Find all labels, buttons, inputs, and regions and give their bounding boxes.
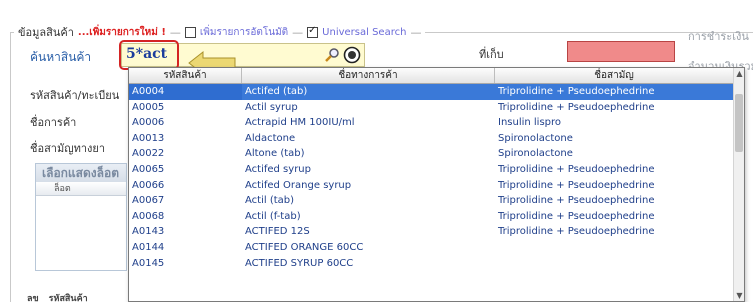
table-row[interactable]: A0067 Actil (tab) Triprolidine + Pseudoeph… [129,193,734,209]
legend-divider: — [169,25,181,39]
cell-generic-name: Triprolidine + Pseudoephedrine [498,163,655,175]
storage-label: ที่เก็บ [479,48,504,61]
cell-trade-name: Actifed syrup [245,163,311,175]
scroll-up-icon[interactable]: ▲ [734,68,744,79]
lot-column-header: ล็อต [36,182,126,196]
grid-scrollbar[interactable]: ▲ ▼ [733,68,744,301]
cell-generic-name: Triprolidine + Pseudoephedrine [498,195,655,207]
cell-code: A0022 [132,148,165,160]
new-item-link[interactable]: ...เพิ่มรายการใหม่ ! [78,25,166,40]
lot-panel-header: เลือกแสดงล็อต [36,164,126,182]
cell-generic-name [495,240,734,256]
cell-code: A0006 [132,117,165,129]
scroll-down-icon[interactable]: ▼ [734,290,744,301]
auto-add-label: เพิ่มรายการอัตโนมัติ [199,26,289,38]
cell-trade-name: Actrapid HM 100IU/ml [245,117,355,129]
search-field-wrap: 5*act [119,40,365,70]
table-row[interactable]: A0143 ACTIFED 12S Triprolidine + Pseudoeph… [129,224,734,240]
legend-divider-3: — [410,25,422,39]
table-row[interactable]: A0066 Actifed Orange syrup Triprolidine + … [129,178,734,194]
cell-code: A0068 [132,210,165,222]
storage-field[interactable] [567,41,675,62]
table-row[interactable]: A0006 Actrapid HM 100IU/ml Insulin lispro [129,115,734,131]
table-row[interactable]: A0013 Aldactone Spironolactone [129,131,734,147]
cell-code: A0145 [132,257,165,269]
payment-label: การชำระเงิน [688,30,749,43]
cell-code: A0067 [132,195,165,207]
product-dropdown-grid[interactable]: รหัสสินค้า ชื่อทางการค้า ชื่อสามัญ A0004… [128,67,745,302]
cell-code: A0144 [132,241,165,253]
cell-generic-name: Triprolidine + Pseudoephedrine [498,210,655,222]
cell-generic-name: Triprolidine + Pseudoephedrine [498,86,655,97]
section-title: ข้อมูลสินค้า [18,26,74,39]
auto-add-checkbox[interactable] [184,26,196,38]
table-row[interactable]: A0065 Actifed syrup Triprolidine + Pseudoe… [129,162,734,178]
cell-generic-name: Triprolidine + Pseudoephedrine [498,226,655,238]
lot-panel: เลือกแสดงล็อต ล็อต [35,163,127,271]
cell-trade-name: Actil (f-tab) [245,210,301,222]
cell-code: A0066 [132,179,165,191]
generic-name-label: ชื่อสามัญทางยา [30,142,106,155]
cell-trade-name: Actil syrup [245,101,298,113]
groupbox-legend: ข้อมูลสินค้า ...เพิ่มรายการใหม่ ! — เพิ่… [14,23,426,41]
grid-header-trade-name[interactable]: ชื่อทางการค้า [242,68,495,83]
scroll-thumb[interactable] [735,94,743,152]
clear-search-icon[interactable] [343,46,361,64]
table-row[interactable]: A0144 ACTIFED ORANGE 60CC [129,240,734,256]
cell-generic-name [495,256,734,272]
cell-trade-name: ACTIFED SYRUP 60CC [245,257,354,269]
cell-generic-name: Spironolactone [498,148,573,160]
cell-trade-name: ACTIFED ORANGE 60CC [245,241,364,253]
cell-code: A0065 [132,163,165,175]
search-highlight-box [119,40,179,70]
magnifier-icon[interactable] [323,46,341,64]
search-label: ค้นหาสินค้า [30,50,92,64]
cell-trade-name: ACTIFED 12S [245,226,310,238]
grid-header: รหัสสินค้า ชื่อทางการค้า ชื่อสามัญ [129,68,734,84]
bottom-table-header: ลข รหัสสินค้า [27,291,88,302]
cell-code: A0005 [132,101,165,113]
cell-generic-name: Triprolidine + Pseudoephedrine [498,179,655,191]
bottom-col-1: ลข [27,294,39,302]
cell-trade-name: Aldactone [245,132,296,144]
cell-generic-name: Insulin lispro [498,117,562,129]
table-row[interactable]: A0004 Actifed (tab) Triprolidine + Pseudoe… [129,84,734,100]
cell-code: A0013 [132,132,165,144]
trade-name-label: ชื่อการค้า [30,116,77,129]
grid-rows: A0004 Actifed (tab) Triprolidine + Pseudoe… [129,84,734,271]
universal-search-label: Universal Search [322,26,407,38]
cell-generic-name: Triprolidine + Pseudoephedrine [498,101,655,113]
table-row[interactable]: A0022 Altone (tab) Spironolactone [129,146,734,162]
table-row[interactable]: A0005 Actil syrup Triprolidine + Pseudoeph… [129,100,734,116]
cell-code: A0004 [129,84,242,100]
cell-generic-name: Spironolactone [498,132,573,144]
table-row[interactable]: A0145 ACTIFED SYRUP 60CC [129,256,734,272]
cell-trade-name: Actifed (tab) [245,86,308,97]
product-info-form: ข้อมูลสินค้า ...เพิ่มรายการใหม่ ! — เพิ่… [0,0,753,302]
bottom-col-2: รหัสสินค้า [48,294,88,302]
table-row[interactable]: A0068 Actil (f-tab) Triprolidine + Pseudoe… [129,209,734,225]
cell-code: A0143 [132,226,165,238]
grid-header-generic-name[interactable]: ชื่อสามัญ [495,68,734,83]
cell-trade-name: Actifed Orange syrup [245,179,352,191]
cell-trade-name: Actil (tab) [245,195,295,207]
cell-trade-name: Altone (tab) [245,148,305,160]
code-label: รหัสสินค้า/ทะเบียน [30,89,120,102]
legend-divider-2: — [292,25,304,39]
universal-search-checkbox[interactable] [307,25,319,38]
grid-header-code[interactable]: รหัสสินค้า [129,68,242,83]
